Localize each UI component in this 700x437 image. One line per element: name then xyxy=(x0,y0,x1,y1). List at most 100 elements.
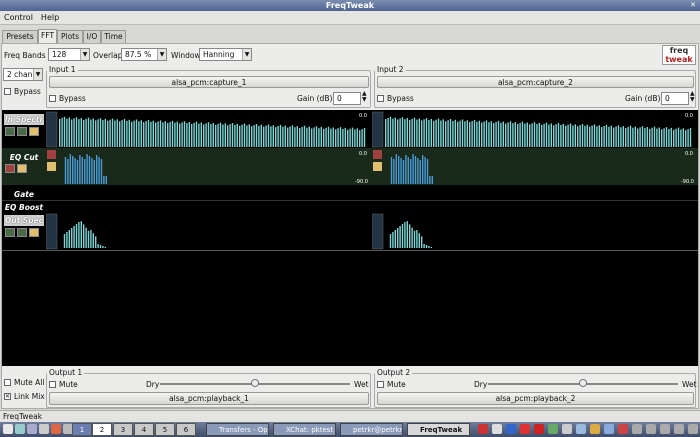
app-menu-icon[interactable] xyxy=(3,424,13,434)
plot-controls-icon[interactable] xyxy=(46,111,58,148)
tab-time[interactable]: Time xyxy=(101,30,126,43)
output-2-port-button[interactable]: alsa_pcm:playback_2 xyxy=(377,392,694,405)
workspace-1[interactable]: 1 xyxy=(72,423,92,436)
input-1-gain-input[interactable]: 0 xyxy=(333,92,361,105)
update-icon xyxy=(548,424,558,434)
plot-type-icon[interactable] xyxy=(5,228,15,237)
spectrum-bar xyxy=(79,155,81,184)
spectrum-bar xyxy=(169,121,171,147)
close-icon[interactable]: ✕ xyxy=(690,0,696,11)
wave-icon[interactable] xyxy=(17,127,27,136)
eq-cut-1-plot[interactable]: 0.0 -90.0 xyxy=(46,148,371,185)
input-1-bypass-checkbox[interactable] xyxy=(49,95,56,102)
spectrum-bar xyxy=(75,117,78,147)
task-xchat[interactable]: XChat: pktest xyxy=(273,423,336,436)
spin-arrows-icon[interactable]: ▲ ▼ xyxy=(690,91,695,103)
output-1-port-button[interactable]: alsa_pcm:playback_1 xyxy=(49,392,369,405)
tab-io[interactable]: I/O xyxy=(83,30,101,43)
eq-tool-icon[interactable] xyxy=(47,150,56,159)
spectrum-bar xyxy=(656,128,658,147)
tab-plots[interactable]: Plots xyxy=(57,30,83,43)
spectrum-bar xyxy=(574,124,576,147)
spectrum-bar xyxy=(512,123,514,147)
output-2-mute-checkbox[interactable] xyxy=(377,381,384,388)
out-spectrum-2-plot[interactable] xyxy=(372,212,698,250)
eq-tool-icon[interactable] xyxy=(373,150,382,159)
gate-label[interactable]: Gate xyxy=(4,189,44,200)
spectrum-bar xyxy=(215,124,217,147)
spectrum-bar xyxy=(356,128,358,147)
eq-cut-2-plot[interactable]: 0.0 -90.0 xyxy=(372,148,698,185)
menu-help[interactable]: Help xyxy=(37,11,63,25)
overlap-select[interactable]: 87.5 % ▼ xyxy=(121,48,167,61)
spectrum-bar xyxy=(538,122,540,147)
in-scale-top: 0.0 xyxy=(685,113,693,119)
eq-boost-label[interactable]: EQ Boost xyxy=(4,202,44,213)
tab-fft[interactable]: FFT xyxy=(38,29,57,44)
plot-controls-icon[interactable] xyxy=(46,213,58,250)
in-spectrum-1-plot[interactable]: 0.0 xyxy=(46,110,371,148)
spectrum-bar xyxy=(183,121,186,147)
terminal-icon[interactable] xyxy=(15,424,25,434)
mute-all-checkbox[interactable] xyxy=(4,379,11,386)
workspace-5[interactable]: 5 xyxy=(155,423,175,436)
tray-icon xyxy=(688,424,698,434)
task-transfers[interactable]: Transfers - Op... xyxy=(206,423,269,436)
spectrum-bar xyxy=(270,126,272,147)
spectrum-bar xyxy=(569,123,572,147)
speaker-icon[interactable] xyxy=(29,228,39,237)
monitor-icon[interactable] xyxy=(39,424,49,434)
files-icon[interactable] xyxy=(27,424,37,434)
spectrum-bar xyxy=(519,122,521,147)
in-spectra-label: In Spectr xyxy=(4,114,44,125)
spectrum-bar xyxy=(661,129,663,147)
spectrum-bar xyxy=(361,129,363,147)
spectrum-bar xyxy=(680,129,682,147)
menu-control[interactable]: Control xyxy=(0,11,37,25)
spectrum-bar xyxy=(174,122,176,147)
spectrum-bar xyxy=(85,227,87,248)
spectrum-bar xyxy=(610,125,612,147)
in-spectrum-2-plot[interactable]: 0.0 xyxy=(372,110,698,148)
workspace-2[interactable]: 2 xyxy=(92,423,112,436)
window-select[interactable]: Hanning ▼ xyxy=(199,48,252,61)
plot-controls-icon[interactable] xyxy=(372,213,384,250)
out-spectrum-1-plot[interactable] xyxy=(46,212,371,250)
tab-presets[interactable]: Presets xyxy=(2,30,38,43)
plot-controls-icon[interactable] xyxy=(372,111,384,148)
task-terminal[interactable]: petrkr@petrkr... xyxy=(340,423,403,436)
speaker-icon[interactable] xyxy=(29,127,39,136)
output-1-mute-checkbox[interactable] xyxy=(49,381,56,388)
input-2-bypass-checkbox[interactable] xyxy=(377,95,384,102)
workspace-4[interactable]: 4 xyxy=(134,423,154,436)
spectrum-bar xyxy=(608,126,610,147)
input-2-port-button[interactable]: alsa_pcm:capture_2 xyxy=(377,76,694,88)
eq-tool-icon[interactable] xyxy=(373,162,382,171)
chevron-down-icon: ▼ xyxy=(242,49,251,60)
wave-icon[interactable] xyxy=(17,228,27,237)
eq-tool-icon[interactable] xyxy=(47,162,56,171)
spin-arrows-icon[interactable]: ▲ ▼ xyxy=(362,91,367,103)
spectrum-bar xyxy=(159,120,162,147)
workspace-6[interactable]: 6 xyxy=(176,423,196,436)
output-1-mix-knob[interactable] xyxy=(251,379,259,387)
taskbar: 1 2 3 4 5 6 Transfers - Op... XChat: pkt… xyxy=(0,422,700,437)
global-bypass-checkbox[interactable] xyxy=(4,88,11,95)
link-icon[interactable] xyxy=(5,164,15,173)
overlap-label: Overlap xyxy=(93,51,123,60)
freq-bands-select[interactable]: 128 ▼ xyxy=(48,48,90,61)
channels-select[interactable]: 2 chan ▼ xyxy=(3,68,43,81)
link-mix-checkbox[interactable]: ✕ xyxy=(4,393,11,400)
workspace-3[interactable]: 3 xyxy=(113,423,133,436)
spectrum-bar xyxy=(389,116,392,147)
spectrum-bar xyxy=(363,128,366,147)
grid-icon[interactable] xyxy=(17,164,27,173)
browser-icon[interactable] xyxy=(51,424,61,434)
output-2-mix-knob[interactable] xyxy=(579,379,587,387)
spectrum-bar xyxy=(596,126,598,147)
spectrum-bar xyxy=(111,118,114,147)
plot-type-icon[interactable] xyxy=(5,127,15,136)
task-freqtweak[interactable]: FreqTweak xyxy=(407,423,470,436)
input-1-port-button[interactable]: alsa_pcm:capture_1 xyxy=(49,76,369,88)
input-2-gain-input[interactable]: 0 xyxy=(661,92,689,105)
